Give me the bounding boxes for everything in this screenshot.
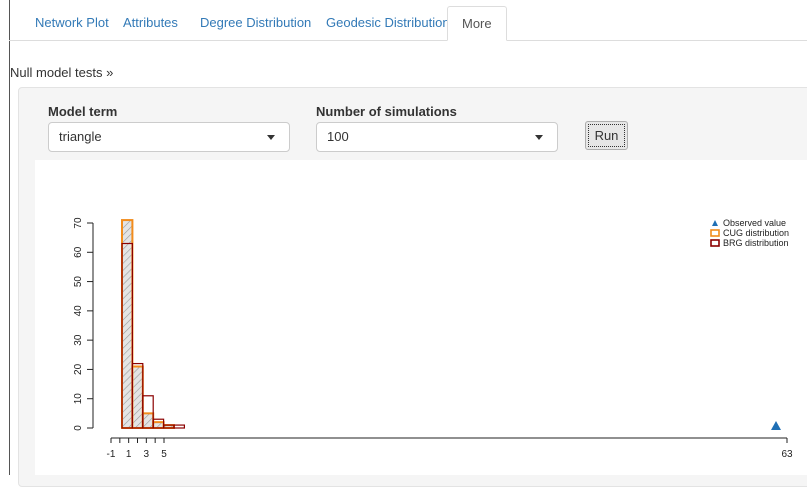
model-term-label: Model term bbox=[48, 104, 118, 119]
x-tick-label: 3 bbox=[144, 449, 150, 460]
x-tick-label: -1 bbox=[107, 449, 116, 460]
model-term-value: triangle bbox=[59, 129, 102, 144]
null-model-histogram: 0 10 20 30 40 50 60 70 -1 1 3 5 63 Observed valueCUG … bbox=[73, 217, 793, 460]
x-tick-label: 63 bbox=[781, 449, 793, 460]
cug-bar bbox=[141, 412, 155, 430]
chevron-down-icon bbox=[267, 135, 275, 140]
legend-square-icon bbox=[710, 229, 720, 237]
y-tick-label: 10 bbox=[73, 393, 84, 405]
y-tick-label: 50 bbox=[73, 276, 84, 288]
num-simulations-select[interactable]: 100 bbox=[316, 122, 558, 152]
tab-geodesic-distribution[interactable]: Geodesic Distribution bbox=[312, 6, 464, 39]
num-simulations-label: Number of simulations bbox=[316, 104, 457, 119]
plot-area: 0 10 20 30 40 50 60 70 -1 1 3 5 63 Observed value CUG … bbox=[35, 160, 807, 475]
brg-bar bbox=[173, 424, 185, 429]
legend-label: CUG distribution bbox=[723, 228, 789, 238]
y-tick-label: 70 bbox=[73, 217, 84, 229]
legend-triangle-icon bbox=[712, 220, 718, 226]
cug-bar bbox=[152, 421, 165, 429]
x-tick-label: 1 bbox=[126, 449, 132, 460]
legend-square-icon bbox=[710, 239, 720, 247]
cug-bar bbox=[131, 365, 144, 429]
y-tick-label: 60 bbox=[73, 246, 84, 258]
cug-bar bbox=[121, 219, 134, 430]
tab-network-plot[interactable]: Network Plot bbox=[21, 6, 123, 39]
num-simulations-value: 100 bbox=[327, 129, 349, 144]
tab-attributes[interactable]: Attributes bbox=[109, 6, 192, 39]
y-tick-label: 0 bbox=[73, 425, 84, 431]
observed-value-marker bbox=[771, 421, 781, 430]
run-button[interactable]: Run bbox=[585, 121, 628, 150]
y-tick-label: 20 bbox=[73, 363, 84, 375]
chevron-down-icon bbox=[535, 135, 543, 140]
tab-bar: Network Plot Attributes Degree Distribut… bbox=[9, 0, 807, 41]
y-tick-label: 30 bbox=[73, 334, 84, 346]
x-tick-label: 5 bbox=[161, 449, 167, 460]
legend-label: BRG distribution bbox=[723, 238, 789, 248]
tab-degree-distribution[interactable]: Degree Distribution bbox=[186, 6, 325, 39]
tab-more[interactable]: More bbox=[447, 6, 507, 41]
null-model-tests-toggle[interactable]: Null model tests » bbox=[10, 65, 113, 80]
legend-label: Observed value bbox=[723, 218, 786, 228]
model-term-select[interactable]: triangle bbox=[48, 122, 290, 152]
y-tick-label: 40 bbox=[73, 305, 84, 317]
